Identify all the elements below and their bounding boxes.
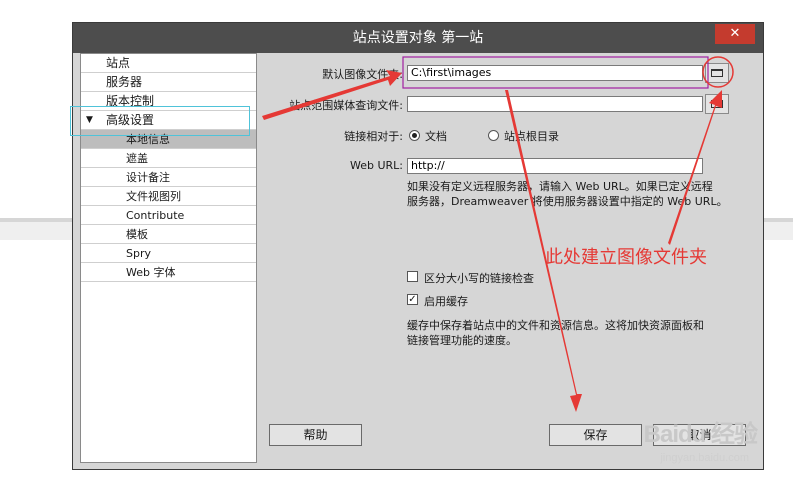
- baidu-watermark-url: jingyan.baidu.com: [660, 452, 749, 464]
- baidu-watermark: Baidu 经验: [643, 421, 758, 448]
- arrow-to-field: [262, 70, 402, 120]
- default-folder-highlight-rect: [402, 56, 709, 89]
- arrow-to-folder-button: [668, 90, 722, 245]
- annotation-text: 此处建立图像文件夹: [545, 247, 707, 268]
